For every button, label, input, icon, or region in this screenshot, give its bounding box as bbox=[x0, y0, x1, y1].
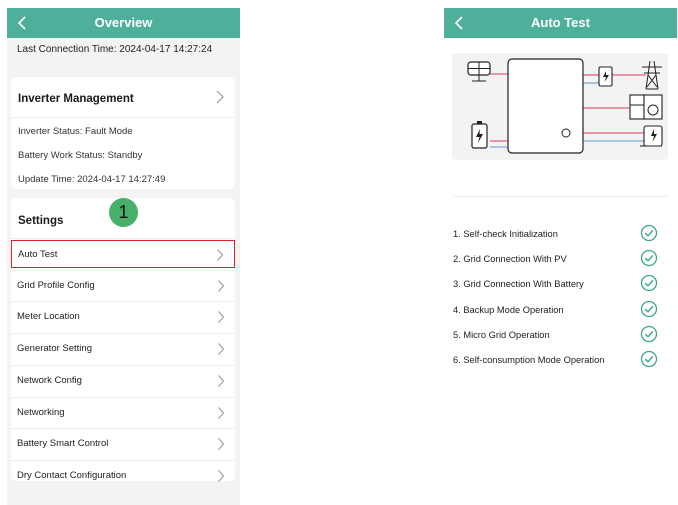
settings-item-label: Auto Test bbox=[18, 249, 58, 260]
check-circle-icon bbox=[640, 300, 658, 317]
step-number-badge: 1 bbox=[109, 198, 138, 227]
chevron-right-icon bbox=[218, 438, 225, 451]
divider bbox=[11, 117, 235, 118]
page-title: Overview bbox=[94, 15, 153, 30]
battery-icon bbox=[471, 121, 488, 149]
check-circle-icon bbox=[640, 350, 658, 368]
chevron-right-icon bbox=[218, 374, 225, 387]
appliances-icon bbox=[629, 94, 663, 120]
settings-item-label: Battery Smart Control bbox=[17, 438, 109, 450]
divider bbox=[11, 396, 235, 398]
settings-item-auto-test[interactable]: Auto Test bbox=[11, 240, 235, 268]
settings-item-meter-location[interactable]: Meter Location bbox=[11, 303, 235, 331]
inverter-management-card: Inverter Management Inverter Status: Fau… bbox=[11, 77, 235, 189]
settings-item-networking[interactable]: Networking bbox=[11, 399, 235, 427]
settings-item-label: Generator Setting bbox=[17, 343, 92, 355]
test-item-label: 1. Self-check Initialization bbox=[453, 229, 558, 239]
check-circle-icon bbox=[640, 275, 658, 292]
settings-item-label: Networking bbox=[17, 406, 65, 418]
settings-item-label: Dry Contact Configuration bbox=[17, 469, 127, 481]
settings-item-label: Grid Profile Config bbox=[17, 279, 95, 291]
test-item-label: 6. Self-consumption Mode Operation bbox=[453, 355, 605, 365]
divider bbox=[11, 459, 235, 461]
test-item: 5. Micro Grid Operation bbox=[444, 324, 677, 348]
auto-test-navbar: Auto Test bbox=[444, 8, 677, 38]
settings-item-network-config[interactable]: Network Config bbox=[11, 367, 235, 395]
divider bbox=[11, 301, 235, 303]
overview-screen: Overview Last Connection Time: 2024-04-1… bbox=[7, 8, 240, 505]
divider bbox=[11, 238, 235, 239]
inverter-management-heading[interactable]: Inverter Management bbox=[18, 93, 134, 105]
settings-heading: Settings bbox=[18, 215, 64, 227]
chevron-right-icon bbox=[218, 470, 225, 482]
test-item-label: 5. Micro Grid Operation bbox=[453, 329, 550, 340]
check-circle-icon bbox=[640, 250, 658, 267]
divider bbox=[11, 428, 235, 430]
chevron-right-icon bbox=[218, 279, 225, 292]
settings-item-label: Meter Location bbox=[17, 311, 80, 323]
divider bbox=[11, 364, 235, 366]
chevron-right-icon[interactable] bbox=[215, 89, 225, 105]
auto-test-screen: Auto Test 1. Self-check Initialization 2… bbox=[444, 8, 677, 505]
test-item: 3. Grid Connection With Battery bbox=[444, 273, 677, 297]
test-item-label: 4. Backup Mode Operation bbox=[453, 304, 564, 315]
divider bbox=[11, 269, 235, 271]
settings-card: Settings Auto Test Grid Profile Config Met… bbox=[11, 198, 235, 482]
update-time: Update Time: 2024-04-17 14:27:49 bbox=[18, 174, 166, 185]
system-diagram bbox=[452, 53, 668, 160]
page-title: Auto Test bbox=[531, 15, 590, 30]
settings-item-battery-smart-control[interactable]: Battery Smart Control bbox=[11, 430, 235, 458]
test-item: 4. Backup Mode Operation bbox=[444, 299, 677, 323]
generator-icon bbox=[640, 125, 663, 147]
check-circle-icon bbox=[640, 325, 658, 342]
settings-item-label: Network Config bbox=[17, 374, 82, 386]
test-item: 6. Self-consumption Mode Operation bbox=[444, 349, 677, 373]
inverter-status: Inverter Status: Fault Mode bbox=[18, 126, 133, 137]
divider bbox=[11, 333, 235, 335]
battery-work-status: Battery Work Status: Standby bbox=[18, 150, 143, 161]
overview-navbar: Overview bbox=[7, 8, 240, 38]
test-item: 1. Self-check Initialization bbox=[444, 223, 677, 247]
inverter-box bbox=[507, 58, 584, 154]
settings-item-grid-profile-config[interactable]: Grid Profile Config bbox=[11, 272, 235, 300]
last-connection-time: Last Connection Time: 2024-04-17 14:27:2… bbox=[17, 44, 213, 55]
settings-item-dry-contact-configuration[interactable]: Dry Contact Configuration bbox=[11, 462, 235, 490]
test-item-label: 3. Grid Connection With Battery bbox=[453, 279, 584, 290]
divider bbox=[454, 196, 667, 197]
solar-panel-icon bbox=[467, 61, 491, 82]
test-item-label: 2. Grid Connection With PV bbox=[453, 254, 567, 265]
chevron-right-icon bbox=[218, 343, 225, 355]
settings-item-generator-setting[interactable]: Generator Setting bbox=[11, 335, 235, 363]
chevron-right-icon bbox=[217, 249, 224, 261]
check-circle-icon bbox=[640, 224, 658, 242]
chevron-right-icon bbox=[218, 311, 225, 324]
test-item: 2. Grid Connection With PV bbox=[444, 248, 677, 272]
meter-icon bbox=[598, 66, 613, 87]
chevron-right-icon bbox=[218, 406, 225, 419]
